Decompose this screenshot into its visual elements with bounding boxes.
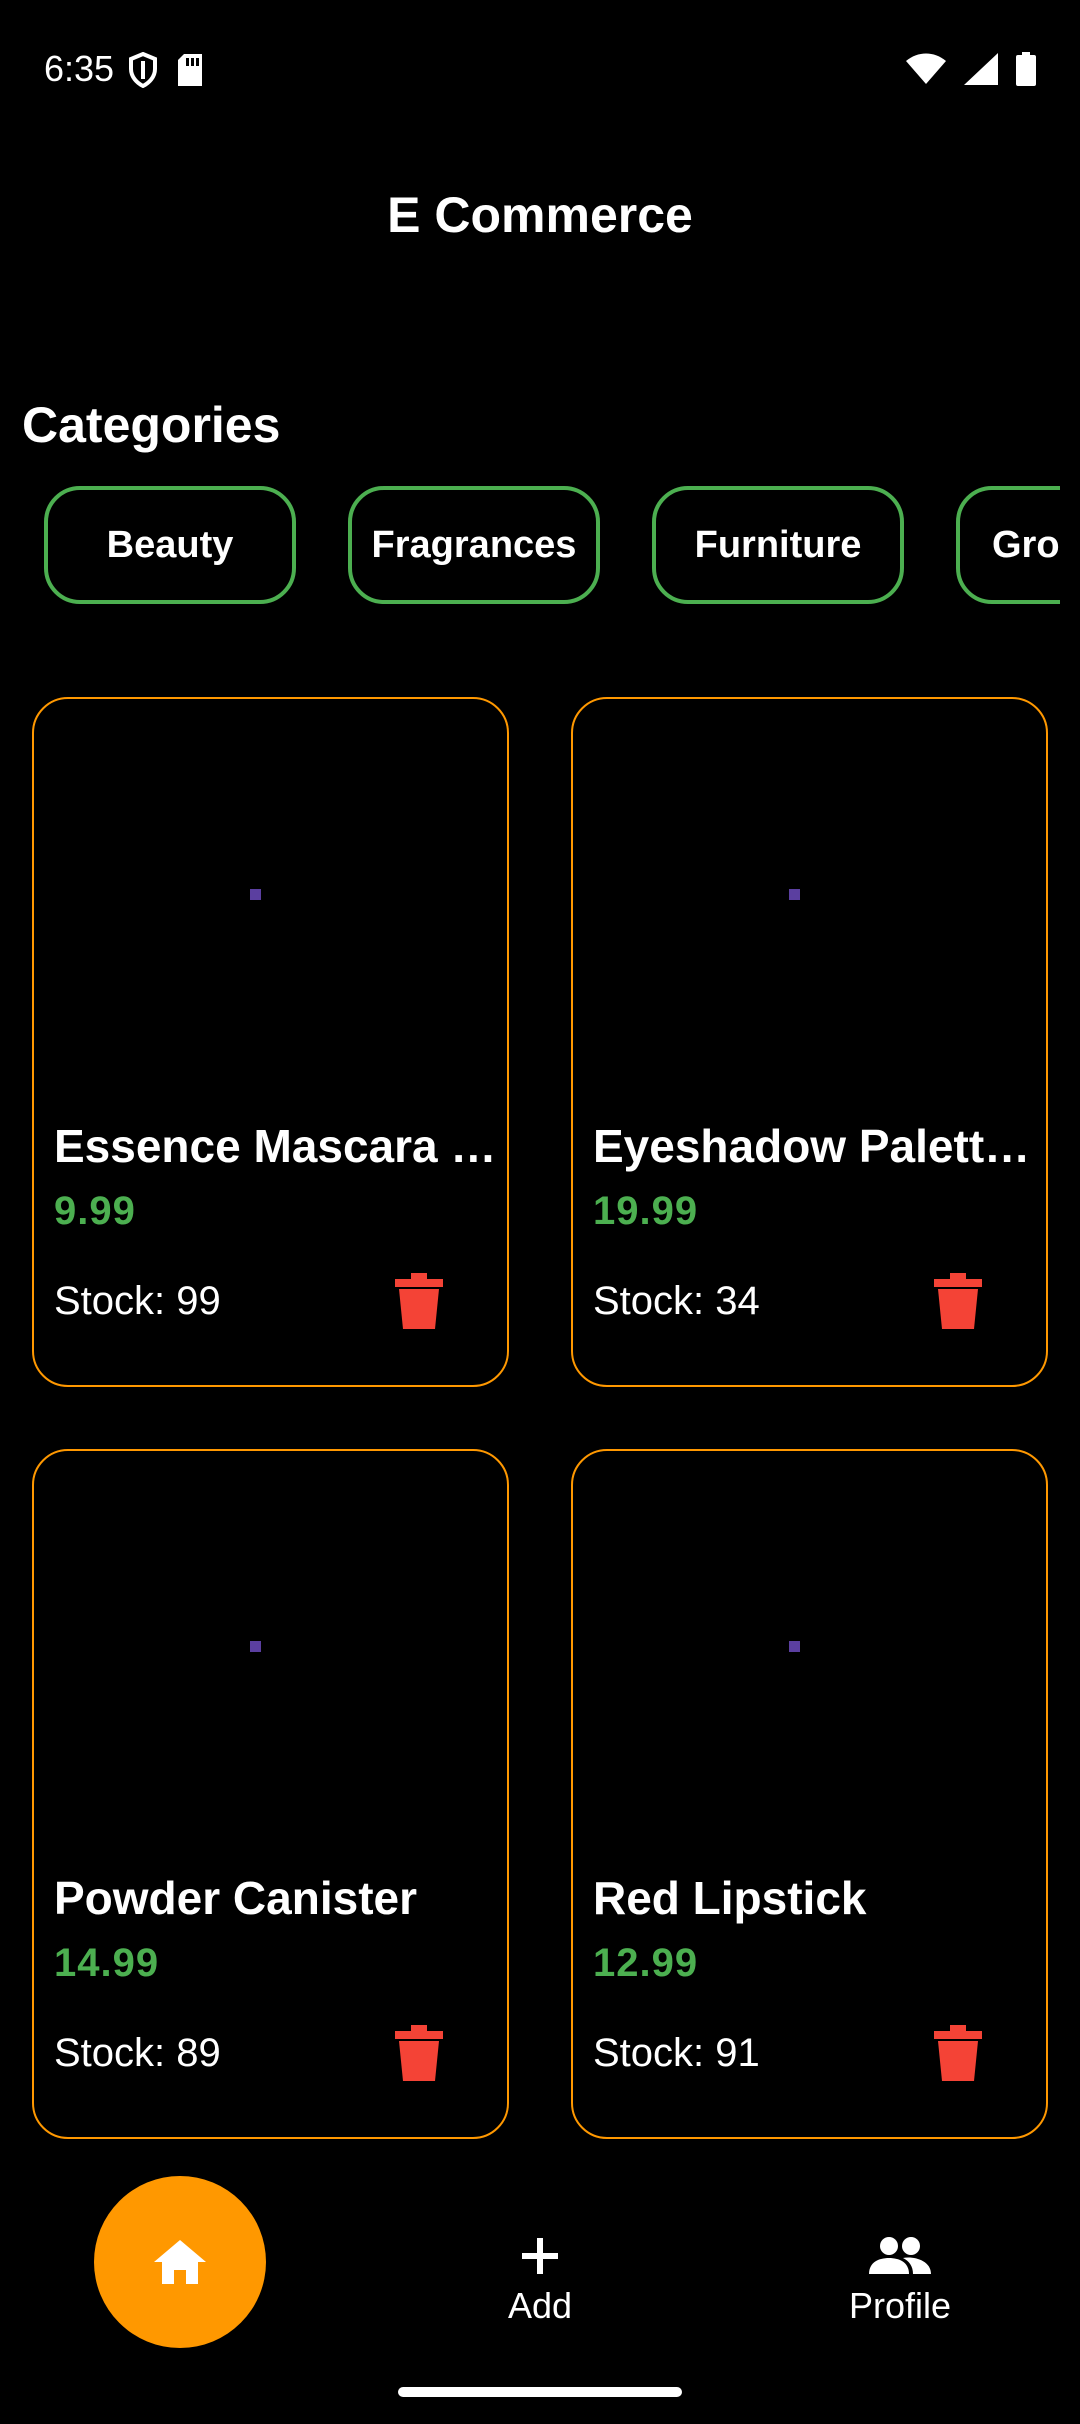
product-stock: Stock: 91 — [593, 2031, 760, 2075]
battery-icon — [1016, 52, 1036, 86]
product-card[interactable]: Powder Canister 14.99 Stock: 89 — [32, 1449, 509, 2139]
product-stock: Stock: 34 — [593, 1279, 760, 1323]
categories-heading: Categories — [22, 397, 281, 453]
nav-add[interactable]: Add — [440, 2236, 640, 2327]
product-name: Red Lipstick — [593, 1872, 867, 1924]
product-price: 14.99 — [54, 1941, 160, 1985]
home-button[interactable] — [94, 2176, 266, 2348]
signal-icon — [964, 53, 998, 85]
delete-icon[interactable] — [394, 1273, 444, 1329]
home-icon — [154, 2240, 206, 2284]
delete-icon[interactable] — [394, 2025, 444, 2081]
delete-icon[interactable] — [933, 1273, 983, 1329]
page-title: E Commerce — [387, 187, 693, 243]
product-card[interactable]: Eyeshadow Palett… 19.99 Stock: 34 — [571, 697, 1048, 1387]
product-card[interactable]: Red Lipstick 12.99 Stock: 91 — [571, 1449, 1048, 2139]
plus-icon — [522, 2238, 558, 2274]
product-stock: Stock: 99 — [54, 1279, 221, 1323]
category-chip-fragrances[interactable]: Fragrances — [348, 486, 600, 604]
status-time: 6:35 — [44, 48, 115, 89]
category-chip-beauty[interactable]: Beauty — [44, 486, 296, 604]
sd-card-icon — [178, 54, 202, 86]
product-price: 12.99 — [593, 1941, 699, 1985]
shield-icon — [129, 52, 157, 88]
product-stock: Stock: 89 — [54, 2031, 221, 2075]
product-image-placeholder — [250, 1641, 261, 1652]
home-indicator[interactable] — [398, 2387, 682, 2397]
category-chip-groceries[interactable]: Gro — [956, 486, 1060, 604]
product-image-placeholder — [789, 889, 800, 900]
people-icon — [869, 2237, 931, 2274]
product-price: 19.99 — [593, 1189, 699, 1233]
nav-profile[interactable]: Profile — [800, 2236, 1000, 2327]
product-name: Eyeshadow Palett… — [593, 1120, 1031, 1172]
bottom-navigation: Add Profile — [0, 2160, 1080, 2424]
status-bar: 6:35 — [0, 0, 1080, 140]
nav-add-label: Add — [507, 2285, 573, 2326]
product-image-placeholder — [250, 889, 261, 900]
product-card[interactable]: Essence Mascara … 9.99 Stock: 99 — [32, 697, 509, 1387]
category-chip-furniture[interactable]: Furniture — [652, 486, 904, 604]
product-name: Powder Canister — [54, 1872, 417, 1924]
delete-icon[interactable] — [933, 2025, 983, 2081]
nav-profile-label: Profile — [848, 2285, 952, 2326]
product-price: 9.99 — [54, 1189, 136, 1233]
category-chip-list[interactable]: Beauty Fragrances Furniture Gro — [0, 484, 1060, 614]
product-image-placeholder — [789, 1641, 800, 1652]
product-name: Essence Mascara … — [54, 1120, 494, 1172]
wifi-icon — [906, 53, 946, 84]
